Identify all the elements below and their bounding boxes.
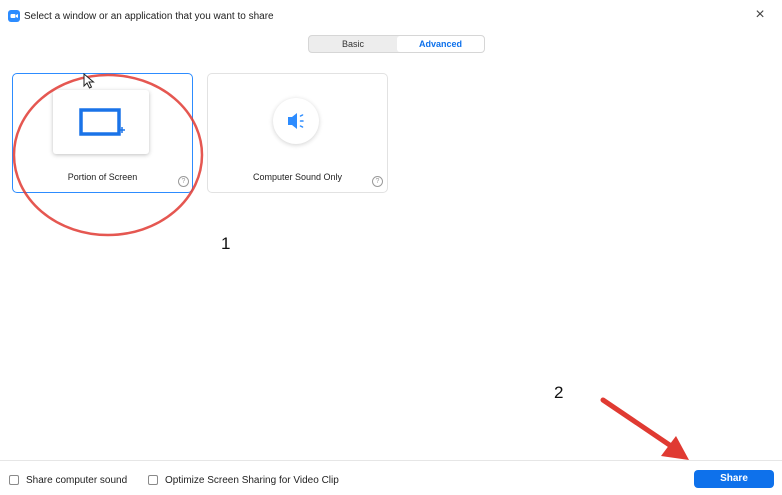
portion-of-screen-option[interactable]: Portion of Screen ? xyxy=(12,73,193,193)
arrow-shaft xyxy=(600,397,677,451)
help-icon[interactable]: ? xyxy=(372,176,383,187)
annotation-step-1: 1 xyxy=(221,234,231,253)
speaker-icon xyxy=(288,113,304,129)
window-title: Select a window or an application that y… xyxy=(24,11,274,22)
help-icon[interactable]: ? xyxy=(178,176,189,187)
share-computer-sound-checkbox[interactable] xyxy=(9,475,19,485)
optimize-video-clip-option[interactable]: Optimize Screen Sharing for Video Clip xyxy=(148,473,339,487)
share-button[interactable]: Share xyxy=(694,470,774,488)
portion-screen-icon xyxy=(79,108,125,136)
mouse-cursor-icon xyxy=(83,73,95,89)
optimize-video-clip-checkbox[interactable] xyxy=(148,475,158,485)
portion-screen-thumbnail xyxy=(53,90,149,154)
tab-advanced[interactable]: Advanced xyxy=(397,36,484,52)
share-computer-sound-option[interactable]: Share computer sound xyxy=(9,473,127,487)
annotation-step-2: 2 xyxy=(554,383,564,402)
arrow-head xyxy=(661,436,689,460)
portion-of-screen-label: Portion of Screen xyxy=(67,172,138,182)
optimize-video-clip-label: Optimize Screen Sharing for Video Clip xyxy=(165,474,339,486)
close-icon[interactable]: × xyxy=(752,6,768,24)
share-computer-sound-label: Share computer sound xyxy=(26,474,128,486)
tab-basic[interactable]: Basic xyxy=(309,36,397,52)
computer-sound-only-option[interactable]: Computer Sound Only ? xyxy=(207,73,388,193)
share-mode-tabs: Basic Advanced xyxy=(308,35,485,53)
footer-divider xyxy=(0,460,782,461)
computer-sound-only-label: Computer Sound Only xyxy=(252,172,343,182)
speaker-bubble xyxy=(273,98,319,144)
title-bar: Select a window or an application that y… xyxy=(0,0,782,32)
zoom-logo-icon xyxy=(8,10,20,22)
